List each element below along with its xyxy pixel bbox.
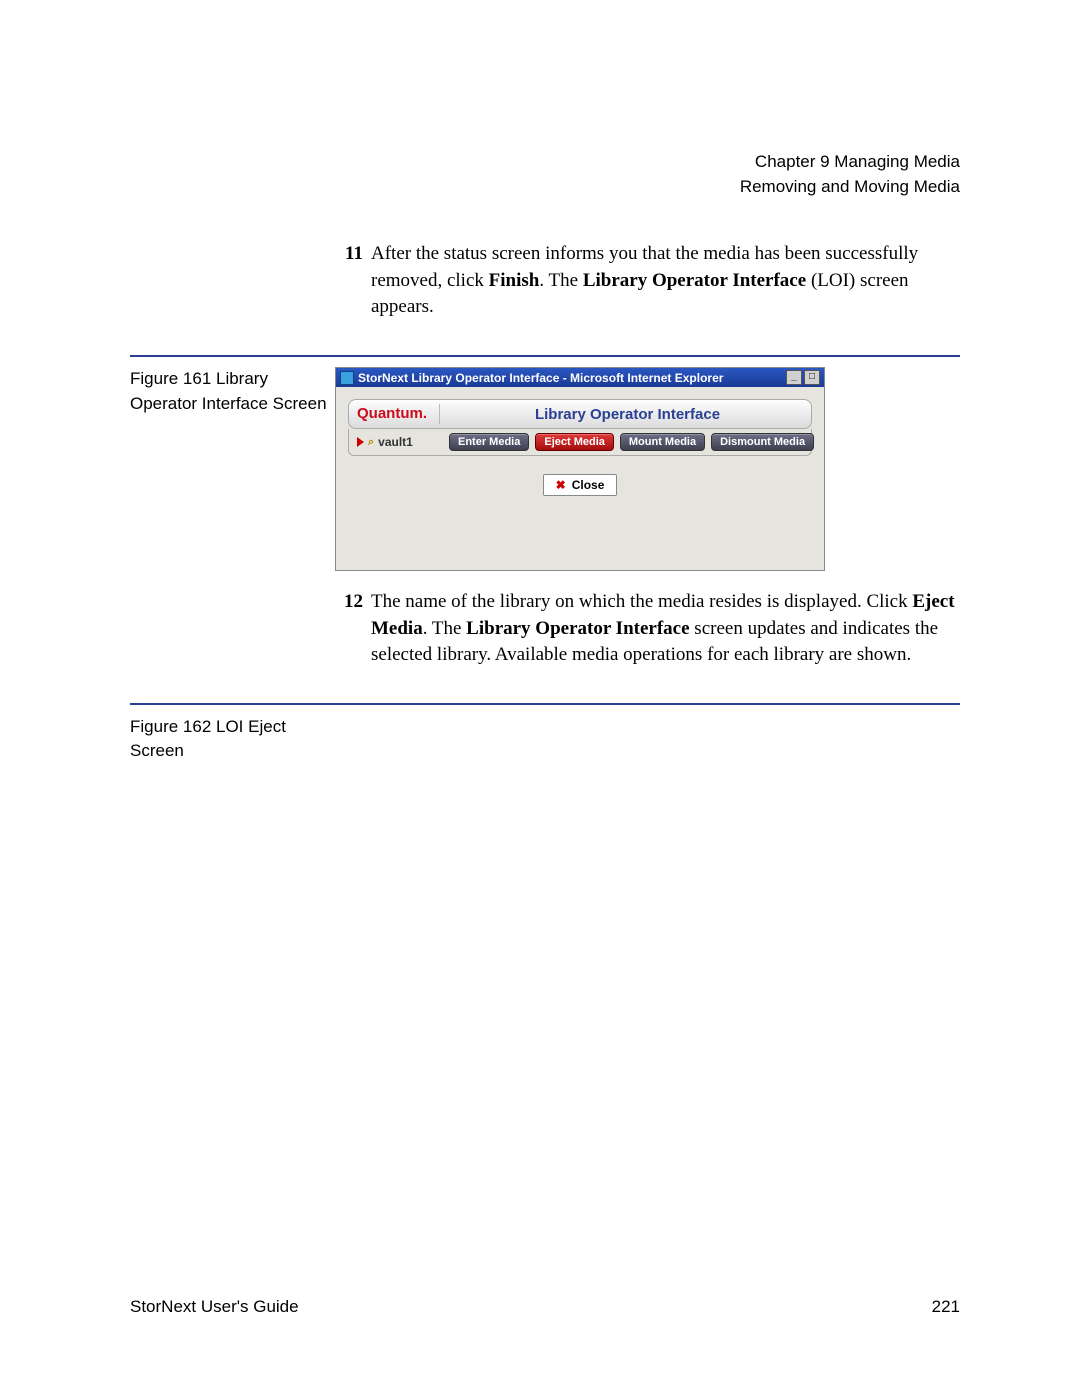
- loi-screenshot: StorNext Library Operator Interface - Mi…: [335, 367, 825, 571]
- figure-161-caption: Figure 161 Library Operator Interface Sc…: [130, 367, 335, 416]
- figure-162-caption: Figure 162 LOI Eject Screen: [130, 715, 335, 764]
- dismount-media-button[interactable]: Dismount Media: [711, 433, 814, 451]
- step-number: 11: [335, 241, 371, 321]
- brand-label: Quantum.: [357, 405, 427, 423]
- section-label: Removing and Moving Media: [130, 175, 960, 200]
- window-title-text: StorNext Library Operator Interface - Mi…: [358, 371, 723, 385]
- divider: [130, 703, 960, 705]
- app-icon: [340, 371, 354, 385]
- chapter-label: Chapter 9 Managing Media: [130, 150, 960, 175]
- divider: [130, 355, 960, 357]
- eject-media-button[interactable]: Eject Media: [535, 433, 614, 451]
- vault-label: vault1: [378, 435, 413, 449]
- step-body: After the status screen informs you that…: [371, 241, 960, 321]
- minimize-icon[interactable]: _: [786, 370, 802, 385]
- loi-header-bar: Quantum. Library Operator Interface: [348, 399, 812, 429]
- maximize-icon[interactable]: □: [804, 370, 820, 385]
- close-button[interactable]: ✖ Close: [543, 474, 618, 496]
- vault-item[interactable]: ⌕ vault1: [357, 435, 443, 449]
- close-label: Close: [572, 478, 605, 492]
- mount-media-button[interactable]: Mount Media: [620, 433, 705, 451]
- step-12: 12 The name of the library on which the …: [335, 589, 960, 669]
- window-controls: _ □: [786, 370, 820, 385]
- step-11: 11 After the status screen informs you t…: [335, 241, 960, 321]
- footer-doc-title: StorNext User's Guide: [130, 1297, 299, 1317]
- close-icon: ✖: [556, 478, 566, 492]
- enter-media-button[interactable]: Enter Media: [449, 433, 529, 451]
- footer-page-number: 221: [932, 1297, 960, 1317]
- window-titlebar: StorNext Library Operator Interface - Mi…: [336, 368, 824, 387]
- loi-toolbar: ⌕ vault1 Enter Media Eject Media Mount M…: [348, 429, 812, 456]
- step-number: 12: [335, 589, 371, 669]
- page-footer: StorNext User's Guide 221: [130, 1297, 960, 1317]
- magnifier-icon: ⌕: [368, 436, 374, 449]
- loi-title: Library Operator Interface: [452, 406, 803, 423]
- running-header: Chapter 9 Managing Media Removing and Mo…: [130, 150, 960, 199]
- expand-icon: [357, 437, 364, 447]
- step-body: The name of the library on which the med…: [371, 589, 960, 669]
